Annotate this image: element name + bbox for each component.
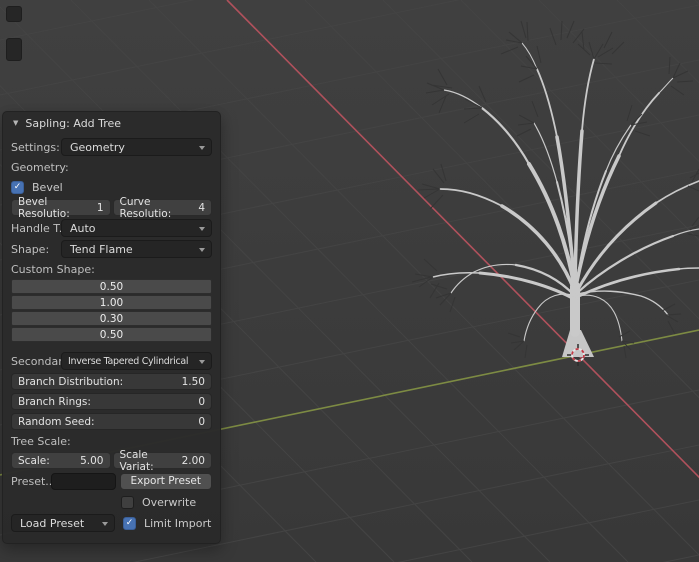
scale-field[interactable]: Scale: 5.00: [11, 452, 111, 469]
secondary-splitting-label: Secondar..: [11, 354, 61, 368]
branch-distribution-slider[interactable]: Branch Distribution: 1.50: [11, 373, 212, 390]
secondary-splitting-dropdown[interactable]: Inverse Tapered Cylindrical: [61, 352, 212, 370]
shape-dropdown[interactable]: Tend Flame: [61, 240, 212, 258]
overwrite-checkbox-label: Overwrite: [142, 495, 197, 509]
chevron-down-icon: [199, 248, 205, 252]
bevel-checkbox[interactable]: ✓: [11, 180, 24, 194]
secondary-splitting-dropdown-value: Inverse Tapered Cylindrical: [68, 355, 189, 367]
settings-label: Settings:: [11, 140, 60, 154]
collapsed-panel-button-1[interactable]: [6, 6, 22, 22]
handle-type-dropdown-value: Auto: [70, 221, 96, 235]
custom-shape-label: Custom Shape:: [11, 263, 95, 276]
branch-rings-slider[interactable]: Branch Rings: 0: [11, 393, 212, 410]
scale-variation-label: Scale Variat:: [119, 448, 154, 473]
check-icon: ✓: [125, 518, 134, 528]
x-axis-line: [226, 0, 699, 479]
random-seed-slider[interactable]: Random Seed: 0: [11, 413, 212, 430]
collapse-triangle-icon: ▼: [13, 119, 19, 127]
bevel-resolution-field[interactable]: Bevel Resolutio: 1: [11, 196, 111, 220]
curve-resolution-value: 4: [198, 201, 205, 214]
shape-label: Shape:: [11, 242, 50, 256]
branch-distribution-value: 1.50: [181, 375, 205, 388]
scale-value: 5.00: [80, 454, 104, 467]
load-preset-dropdown[interactable]: Load Preset: [11, 514, 115, 532]
panel-title: Sapling: Add Tree: [25, 117, 122, 130]
collapsed-panel-button-2[interactable]: [6, 38, 22, 61]
handle-type-dropdown[interactable]: Auto: [61, 219, 212, 237]
chevron-down-icon: [199, 146, 205, 150]
bevel-resolution-label: Bevel Resolutio:: [18, 195, 70, 220]
custom-shape-field-2[interactable]: 1.00: [11, 295, 212, 310]
preset-label: Preset..: [11, 474, 53, 488]
chevron-down-icon: [102, 522, 108, 526]
preset-name-input[interactable]: [51, 472, 116, 490]
limit-import-checkbox-label: Limit Import: [144, 516, 212, 530]
curve-resolution-field[interactable]: Curve Resolutio: 4: [112, 196, 212, 220]
sapling-add-tree-panel: ▼ Sapling: Add Tree Settings: Geometry G…: [2, 111, 221, 544]
handle-type-label: Handle T..: [11, 221, 61, 235]
branch-rings-label: Branch Rings:: [18, 395, 91, 408]
settings-dropdown-value: Geometry: [70, 140, 125, 154]
bevel-resolution-value: 1: [96, 201, 104, 214]
scale-label: Scale:: [18, 454, 50, 467]
settings-dropdown[interactable]: Geometry: [61, 138, 212, 156]
chevron-down-icon: [199, 227, 205, 231]
load-preset-dropdown-value: Load Preset: [20, 516, 85, 530]
random-seed-value: 0: [198, 415, 205, 428]
scale-variation-value: 2.00: [181, 454, 205, 467]
scale-variation-field[interactable]: Scale Variat: 2.00: [112, 449, 212, 473]
custom-shape-field-4[interactable]: 0.50: [11, 327, 212, 342]
branch-distribution-label: Branch Distribution:: [18, 375, 124, 388]
geometry-section-label: Geometry:: [11, 161, 69, 174]
export-preset-button[interactable]: Export Preset: [119, 472, 212, 490]
custom-shape-field-3[interactable]: 0.30: [11, 311, 212, 326]
panel-header[interactable]: ▼ Sapling: Add Tree: [3, 112, 220, 135]
check-icon: ✓: [13, 182, 22, 192]
custom-shape-stack: 0.50 1.00 0.30 0.50: [11, 279, 212, 342]
tree-scale-label: Tree Scale:: [11, 435, 71, 448]
curve-resolution-label: Curve Resolutio:: [119, 195, 172, 220]
custom-shape-field-1[interactable]: 0.50: [11, 279, 212, 294]
overwrite-checkbox[interactable]: [121, 495, 134, 509]
branch-rings-value: 0: [198, 395, 205, 408]
bevel-checkbox-label: Bevel: [32, 180, 63, 194]
limit-import-checkbox[interactable]: ✓: [123, 516, 136, 530]
shape-dropdown-value: Tend Flame: [70, 242, 133, 256]
chevron-down-icon: [199, 360, 205, 364]
random-seed-label: Random Seed:: [18, 415, 95, 428]
